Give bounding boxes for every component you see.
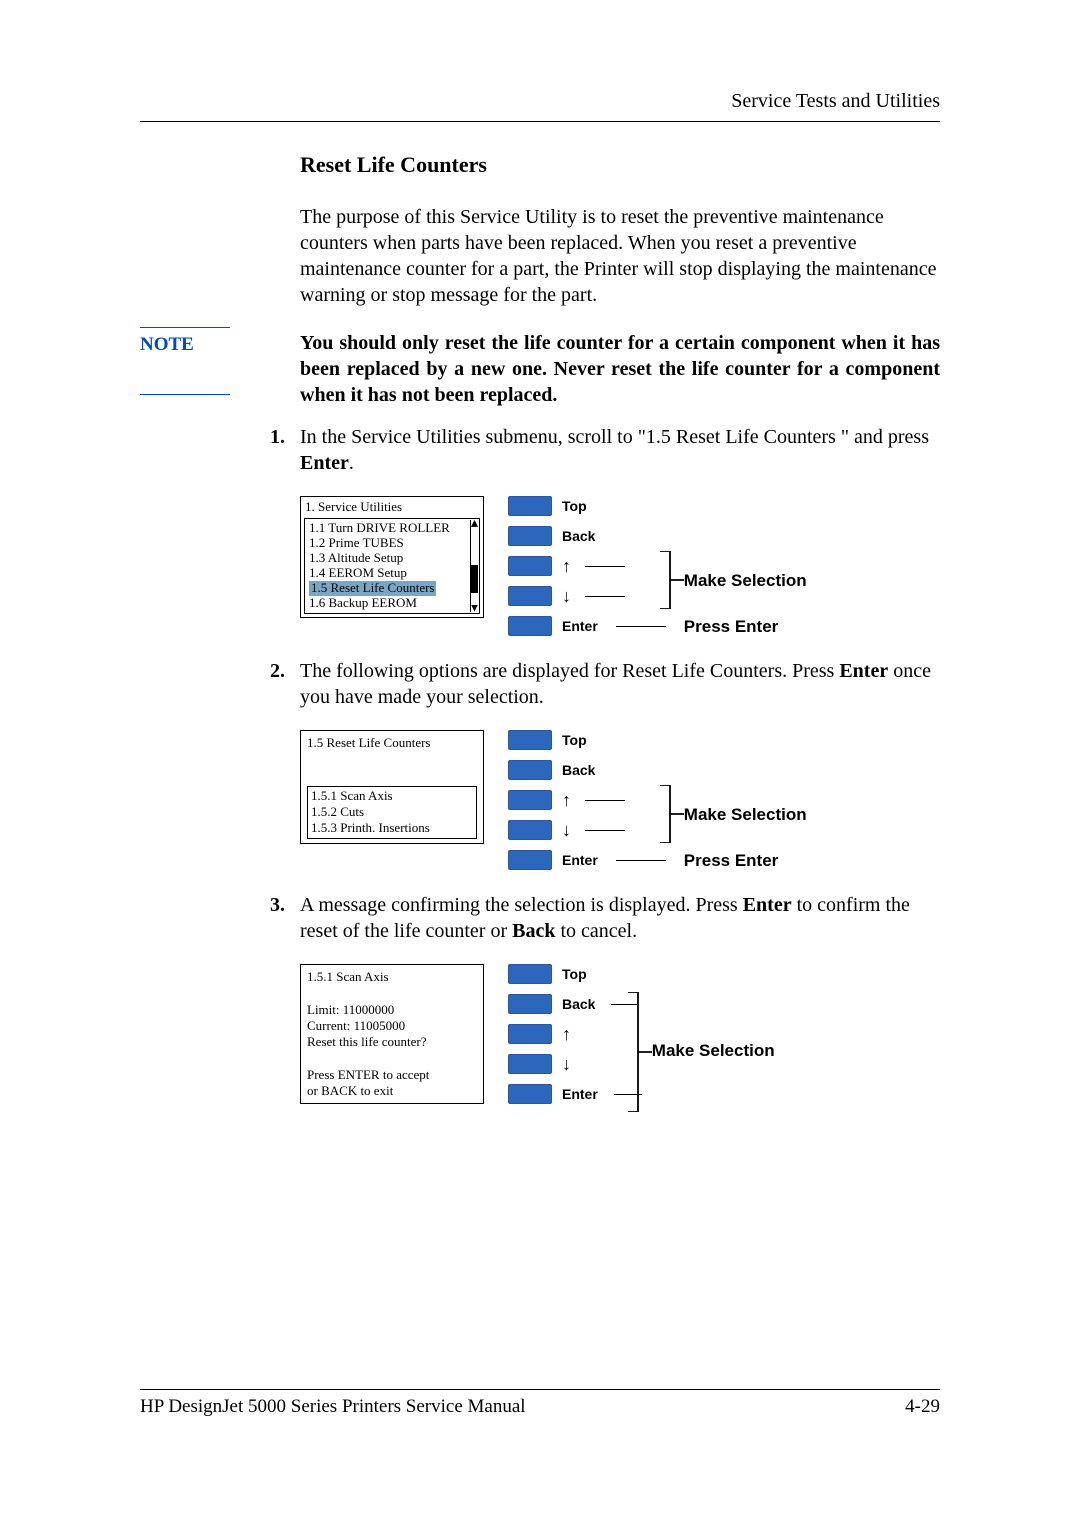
lcd-screen-3: 1.5.1 Scan Axis Limit: 11000000 Current:…: [300, 964, 484, 1104]
lcd2-title: 1.5 Reset Life Counters: [307, 735, 477, 751]
lcd1-row: 1.3 Altitude Setup: [309, 551, 478, 566]
button-column: Top Back ↑ ↓ Enter: [508, 730, 674, 870]
step-2: The following options are displayed for …: [270, 658, 940, 872]
lcd-screen-1: 1. Service Utilities 1.1 Turn DRIVE ROLL…: [300, 496, 484, 618]
callout-make-selection: Make Selection: [652, 1040, 775, 1062]
lcd1-scrollbar: [470, 520, 478, 612]
back-label: Back: [562, 761, 595, 779]
button-column: Top Back ↑ ↓ Enter: [508, 496, 674, 636]
top-button[interactable]: [508, 496, 552, 516]
down-button[interactable]: [508, 820, 552, 840]
step-1: In the Service Utilities submenu, scroll…: [270, 424, 940, 638]
callout-press-enter: Press Enter: [684, 616, 807, 638]
down-arrow-icon: ↓: [562, 589, 571, 603]
down-arrow-icon: ↓: [562, 1057, 571, 1071]
step-2-text-a: The following options are displayed for …: [300, 660, 839, 682]
back-button[interactable]: [508, 994, 552, 1014]
callout-make-selection: Make Selection: [684, 570, 807, 592]
lcd1-title: 1. Service Utilities: [301, 497, 483, 518]
bracket-icon: [660, 551, 684, 609]
enter-label: Enter: [562, 1085, 598, 1103]
note-label: NOTE: [140, 334, 194, 356]
footer-left: HP DesignJet 5000 Series Printers Servic…: [140, 1396, 526, 1418]
down-button[interactable]: [508, 1054, 552, 1074]
intro-paragraph: The purpose of this Service Utility is t…: [300, 204, 940, 308]
bracket-icon: [660, 785, 684, 843]
top-label: Top: [562, 731, 587, 749]
top-rule: [140, 121, 940, 122]
enter-button[interactable]: [508, 616, 552, 636]
step-1-text-c: .: [349, 452, 354, 474]
lcd2-row-highlight: 1.5.1 Scan Axis: [311, 788, 473, 804]
step-1-enter: Enter: [300, 452, 349, 474]
lcd3-row: Reset this life counter?: [307, 1034, 477, 1050]
lcd1-row: 1.2 Prime TUBES: [309, 536, 478, 551]
step-3: A message confirming the selection is di…: [270, 892, 940, 1104]
top-label: Top: [562, 497, 587, 515]
step-3-text-a: A message confirming the selection is di…: [300, 894, 743, 916]
button-column: Top Back ↑ ↓ Enter: [508, 964, 642, 1104]
back-label: Back: [562, 527, 595, 545]
callout-make-selection: Make Selection: [684, 804, 807, 826]
up-arrow-icon: ↑: [562, 559, 571, 573]
step-2-enter: Enter: [839, 660, 888, 682]
step-3-text-e: to cancel.: [555, 920, 637, 942]
down-arrow-icon: ↓: [562, 823, 571, 837]
lcd3-row: 1.5.1 Scan Axis: [307, 969, 477, 985]
section-title: Reset Life Counters: [300, 152, 940, 178]
bottom-rule: [140, 1389, 940, 1390]
note-text: You should only reset the life counter f…: [300, 330, 940, 408]
lcd2-row: 1.5.3 Printh. Insertions: [311, 820, 473, 836]
lcd3-row: Press ENTER to accept: [307, 1067, 477, 1083]
up-arrow-icon: ↑: [562, 793, 571, 807]
lcd2-row: 1.5.2 Cuts: [311, 804, 473, 820]
down-button[interactable]: [508, 586, 552, 606]
lcd1-row: 1.4 EEROM Setup: [309, 566, 478, 581]
lcd3-row: or BACK to exit: [307, 1083, 477, 1099]
lcd-screen-2: 1.5 Reset Life Counters 1.5.1 Scan Axis …: [300, 730, 484, 844]
back-label: Back: [562, 995, 595, 1013]
lcd1-row: 1.6 Backup EEROM: [309, 596, 478, 611]
running-header: Service Tests and Utilities: [140, 90, 940, 113]
footer-page-number: 4-29: [905, 1396, 940, 1418]
step-3-back: Back: [512, 920, 555, 942]
lcd1-row-highlight: 1.5 Reset Life Counters: [309, 581, 478, 596]
enter-label: Enter: [562, 617, 598, 635]
enter-button[interactable]: [508, 850, 552, 870]
back-button[interactable]: [508, 526, 552, 546]
top-label: Top: [562, 965, 587, 983]
up-button[interactable]: [508, 1024, 552, 1044]
lcd3-row: Limit: 11000000: [307, 1002, 477, 1018]
up-button[interactable]: [508, 790, 552, 810]
bracket-icon: [628, 992, 652, 1112]
back-button[interactable]: [508, 760, 552, 780]
top-button[interactable]: [508, 730, 552, 750]
enter-button[interactable]: [508, 1084, 552, 1104]
step-1-text-a: In the Service Utilities submenu, scroll…: [300, 426, 929, 448]
lcd1-row: 1.1 Turn DRIVE ROLLER: [309, 521, 478, 536]
up-arrow-icon: ↑: [562, 1027, 571, 1041]
top-button[interactable]: [508, 964, 552, 984]
callout-press-enter: Press Enter: [684, 850, 807, 872]
up-button[interactable]: [508, 556, 552, 576]
step-3-enter: Enter: [743, 894, 792, 916]
lcd3-row: Current: 11005000: [307, 1018, 477, 1034]
enter-label: Enter: [562, 851, 598, 869]
